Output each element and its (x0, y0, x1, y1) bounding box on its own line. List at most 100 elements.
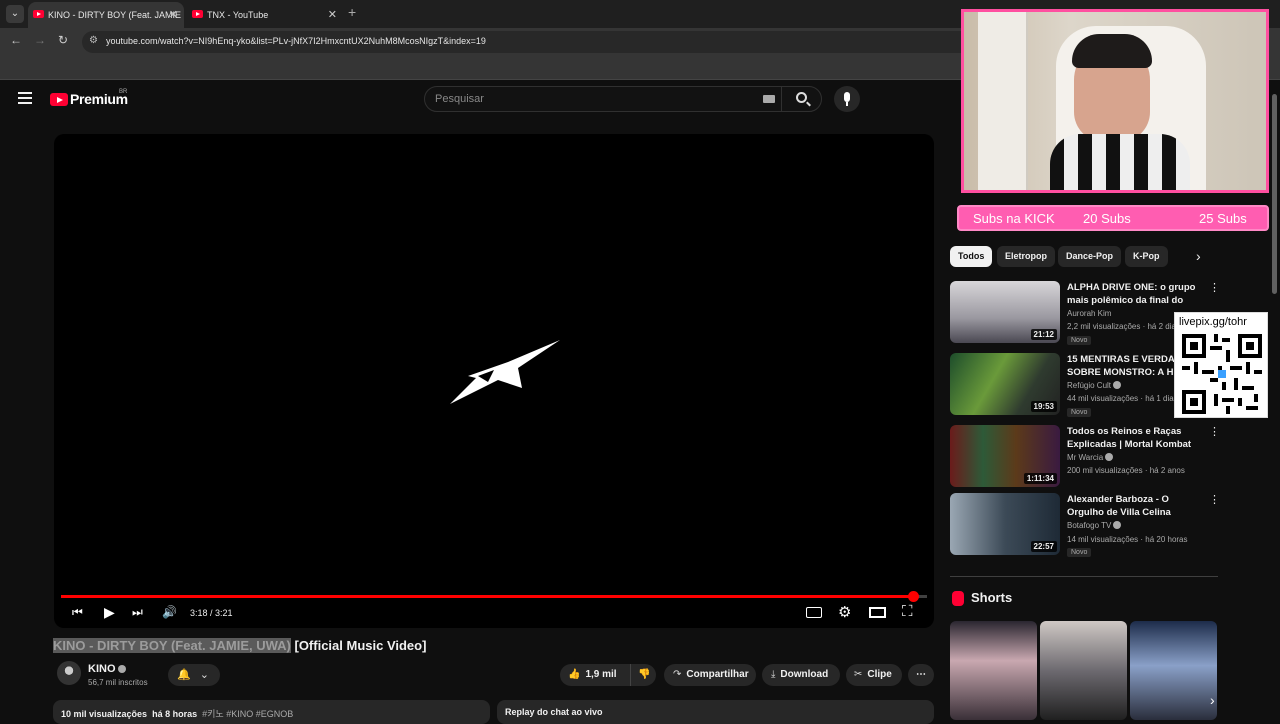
menu-icon[interactable] (18, 92, 32, 104)
progress-fill (61, 595, 914, 598)
subscriber-count: 56,7 mil inscritos (88, 678, 148, 687)
time-display: 3:18 / 3:21 (190, 608, 233, 618)
subs-current: 20 Subs (1083, 211, 1131, 226)
rec-title[interactable]: Alexander Barboza - O Orgulho de Villa C… (1067, 493, 1207, 519)
more-icon: ⋯ (916, 669, 926, 680)
rec-channel[interactable]: Botafogo TV (1067, 521, 1122, 530)
progress-scrubber[interactable] (908, 591, 920, 602)
voice-search-icon[interactable] (834, 86, 860, 112)
scrollbar-thumb[interactable] (1272, 94, 1277, 294)
country-code: BR (119, 89, 128, 95)
rec-thumbnail[interactable]: 1:11:34 (950, 425, 1060, 487)
new-badge: Novo (1067, 336, 1092, 345)
tab-title: KINO - DIRTY BOY (Feat. JAMIE (48, 10, 182, 20)
reload-icon[interactable]: ↻ (58, 33, 68, 47)
video-title-selected: KINO - DIRTY BOY (Feat. JAMIE, UWA) (53, 638, 291, 653)
new-tab-icon[interactable]: + (348, 4, 356, 20)
shorts-next-icon[interactable]: › (1210, 692, 1215, 708)
download-button[interactable]: ⤓ Download (762, 664, 840, 686)
short-thumbnail[interactable] (1040, 621, 1127, 720)
qr-code-overlay: livepix.gg/tohr (1174, 312, 1268, 418)
search-icon (796, 92, 807, 103)
rec-channel[interactable]: Aurorah Kim (1067, 309, 1111, 318)
share-button[interactable]: ↷ Compartilhar (664, 664, 756, 686)
progress-bar[interactable] (61, 591, 927, 602)
url-field[interactable]: ⚙ youtube.com/watch?v=NI9hEnq-yko&list=P… (82, 31, 982, 53)
search-input[interactable]: Pesquisar (435, 93, 484, 105)
streamer-hair (1072, 34, 1152, 68)
tab-title: TNX - YouTube (207, 10, 269, 20)
more-vert-icon[interactable]: ⋮ (1209, 425, 1220, 438)
chip-dance-pop[interactable]: Dance-Pop (1058, 246, 1122, 267)
chip-eletropop[interactable]: Eletropop (997, 246, 1055, 267)
next-icon[interactable]: ⏭ (132, 605, 143, 620)
chat-replay[interactable]: Replay do chat ao vivo (497, 700, 934, 724)
youtube-logo-icon (50, 93, 68, 106)
tab-close-icon[interactable]: ✕ (328, 2, 337, 28)
chip-k-pop[interactable]: K-Pop (1125, 246, 1168, 267)
notification-bell-button[interactable]: 🔔 ⌄ (168, 664, 220, 686)
rec-title[interactable]: Todos os Reinos e Raças Explicadas | Mor… (1067, 425, 1207, 451)
clip-button[interactable]: ✂ Clipe (846, 664, 902, 686)
thumbs-down-icon: 👎 (638, 669, 651, 680)
channel-avatar[interactable] (57, 661, 81, 685)
description-box[interactable]: 10 mil visualizações há 8 horas #키노 #KIN… (53, 700, 490, 724)
download-icon: ⤓ (771, 669, 776, 680)
rec-meta: 2,2 mil visualizações · há 2 dias (1067, 322, 1180, 331)
chip-todos[interactable]: Todos (950, 246, 993, 267)
settings-icon[interactable]: ⚙ (838, 603, 851, 621)
more-vert-icon[interactable]: ⋮ (1209, 493, 1220, 506)
tab-close-icon[interactable]: ✕ (169, 2, 178, 28)
more-actions-button[interactable]: ⋯ (908, 664, 934, 686)
new-badge: Novo (1067, 408, 1092, 417)
youtube-favicon-icon (192, 10, 203, 18)
previous-icon[interactable]: ⏮ (72, 605, 83, 620)
like-button[interactable]: 👍 1,9 mil 👎 (560, 664, 656, 686)
bookshelf (978, 12, 1028, 190)
channel-name[interactable]: KINO (88, 663, 126, 675)
rec-channel[interactable]: Refúgio Cult (1067, 381, 1122, 390)
play-icon[interactable]: ▶ (104, 604, 115, 621)
rec-thumbnail[interactable]: 21:12 (950, 281, 1060, 343)
chevron-down-icon: ⌄ (199, 669, 209, 681)
rec-channel[interactable]: Mr Warcia (1067, 453, 1114, 462)
short-thumbnail[interactable] (950, 621, 1037, 720)
youtube-favicon-icon (33, 10, 44, 18)
rec-meta: 44 mil visualizações · há 1 dia (1067, 394, 1174, 403)
qr-code-icon (1182, 334, 1262, 414)
video-frame-logo (450, 340, 560, 404)
subs-goal: 25 Subs (1199, 211, 1247, 226)
shorts-icon (952, 591, 964, 606)
share-icon: ↷ (673, 669, 682, 680)
qr-label: livepix.gg/tohr (1179, 316, 1247, 328)
rec-meta: 14 mil visualizações · há 20 horas (1067, 535, 1188, 544)
subs-goal-bar: Subs na KICK 20 Subs 25 Subs (957, 205, 1269, 231)
back-icon[interactable]: ← (10, 33, 22, 47)
short-thumbnail[interactable] (1130, 621, 1217, 720)
bell-icon: 🔔 (177, 669, 191, 681)
video-player[interactable]: ⏮ ▶ ⏭ 🔊 3:18 / 3:21 ⚙ ⛶ (54, 134, 934, 628)
page-scrollbar[interactable] (1272, 90, 1278, 720)
keyboard-icon[interactable] (763, 95, 775, 103)
search-bar[interactable]: Pesquisar (424, 86, 822, 112)
rec-title[interactable]: ALPHA DRIVE ONE: o grupo mais polêmico d… (1067, 281, 1207, 307)
dislike-button[interactable]: 👎 (630, 664, 650, 686)
rec-thumbnail[interactable]: 22:57 (950, 493, 1060, 555)
streamer-shirt (1050, 134, 1190, 190)
volume-icon[interactable]: 🔊 (162, 605, 177, 619)
video-title: KINO - DIRTY BOY (Feat. JAMIE, UWA) [Off… (53, 638, 426, 653)
theater-mode-icon[interactable] (869, 607, 886, 618)
search-button[interactable] (781, 86, 821, 112)
more-vert-icon[interactable]: ⋮ (1209, 281, 1220, 294)
subs-goal-label: Subs na KICK (973, 211, 1055, 226)
thumbs-up-icon: 👍 (568, 669, 581, 680)
fullscreen-icon[interactable]: ⛶ (902, 603, 913, 620)
site-settings-icon[interactable]: ⚙ (89, 35, 98, 46)
forward-icon[interactable]: → (34, 33, 46, 47)
browser-tab[interactable]: TNX - YouTube ✕ (187, 2, 343, 28)
rec-thumbnail[interactable]: 19:53 (950, 353, 1060, 415)
chevron-right-icon[interactable]: › (1196, 248, 1201, 264)
browser-tab-active[interactable]: KINO - DIRTY BOY (Feat. JAMIE ✕ (28, 2, 184, 28)
subtitles-icon[interactable] (806, 607, 822, 618)
tab-search-dropdown[interactable]: ⌄ (6, 5, 24, 23)
